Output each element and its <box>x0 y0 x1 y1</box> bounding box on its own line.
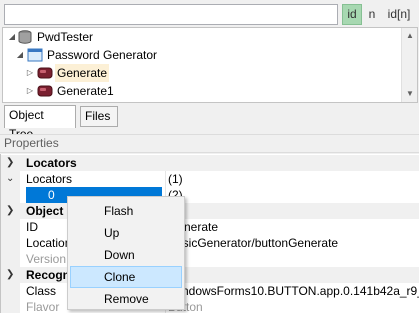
tree-item-label: Generate1 <box>57 84 114 98</box>
property-value: Button <box>165 299 419 313</box>
property-grid: ❯ Locators ⌄ Locators (1) 0 (2) ❯ Object… <box>0 154 419 313</box>
context-menu: Flash Up Down Clone Remove <box>67 196 185 310</box>
row-gutter <box>1 283 20 299</box>
menu-item-clone[interactable]: Clone <box>70 266 182 288</box>
panel-tabs: Object Tree Files <box>0 103 419 141</box>
property-row-locator-0[interactable]: 0 (2) <box>1 187 419 203</box>
expanded-arrow-icon[interactable]: ◢ <box>7 28 17 46</box>
search-input[interactable] <box>4 4 338 25</box>
property-value[interactable]: WindowsForms10.BUTTON.app.0.141b42a_r9_a… <box>165 283 419 299</box>
property-name: Locators <box>26 172 73 186</box>
scroll-down-icon[interactable]: ▼ <box>402 86 417 102</box>
property-value[interactable]: Generate <box>165 219 419 235</box>
tree-scrollbar[interactable]: ▲ ▼ <box>401 28 417 102</box>
row-gutter <box>1 219 20 235</box>
property-value: (2) <box>165 187 419 203</box>
tab-files[interactable]: Files <box>80 106 118 127</box>
property-row-version[interactable]: Version <box>1 251 419 267</box>
category-locators[interactable]: ❯ Locators <box>1 155 419 171</box>
row-gutter <box>1 299 20 313</box>
control-icon <box>37 67 53 79</box>
property-row-locators[interactable]: ⌄ Locators (1) <box>1 171 419 187</box>
category-label: Object <box>26 204 64 218</box>
row-gutter <box>1 251 20 267</box>
property-value[interactable]: BasicGenerator/buttonGenerate <box>165 235 419 251</box>
n-toggle[interactable]: n <box>366 4 378 25</box>
collapse-chevron-icon[interactable]: ❯ <box>6 203 14 219</box>
row-gutter <box>1 187 20 203</box>
collapsed-arrow-icon[interactable]: ▷ <box>25 82 35 100</box>
control-icon <box>37 85 53 97</box>
row-gutter <box>1 235 20 251</box>
menu-item-down[interactable]: Down <box>70 244 182 266</box>
tree-item-label: Generate <box>55 64 110 82</box>
category-label: Locators <box>26 156 77 170</box>
menu-item-up[interactable]: Up <box>70 222 182 244</box>
window-icon <box>27 48 43 62</box>
properties-header: Properties <box>0 134 419 153</box>
menu-item-flash[interactable]: Flash <box>70 200 182 222</box>
category-object[interactable]: ❯ Object <box>1 203 419 219</box>
tab-object-tree[interactable]: Object Tree <box>4 105 76 141</box>
collapsed-arrow-icon[interactable]: ▷ <box>25 64 35 82</box>
menu-item-remove[interactable]: Remove <box>70 288 182 310</box>
property-row-id[interactable]: ID Generate <box>1 219 419 235</box>
expand-chevron-icon[interactable]: ⌄ <box>6 171 14 187</box>
tree-item-label: Password Generator <box>47 48 158 62</box>
id-index-toggle[interactable]: id[n] <box>382 4 416 25</box>
property-value: (1) <box>165 171 419 187</box>
id-toggle[interactable]: id <box>342 4 362 25</box>
tree-item-label: PwdTester <box>37 30 94 44</box>
collapse-chevron-icon[interactable]: ❯ <box>6 155 14 171</box>
property-row-location[interactable]: Location BasicGenerator/buttonGenerate <box>1 235 419 251</box>
object-tree: ◢ PwdTester ◢ Password Generator ▷ Gener… <box>2 27 418 103</box>
search-bar: id n id[n] <box>0 0 419 28</box>
expanded-arrow-icon[interactable]: ◢ <box>15 46 25 64</box>
database-icon <box>18 30 32 44</box>
collapse-chevron-icon[interactable]: ❯ <box>6 267 14 283</box>
category-recognition[interactable]: ❯ Recognition <box>1 267 419 283</box>
property-row-class[interactable]: Class WindowsForms10.BUTTON.app.0.141b42… <box>1 283 419 299</box>
property-row-flavor[interactable]: Flavor Button <box>1 299 419 313</box>
scroll-up-icon[interactable]: ▲ <box>402 28 417 44</box>
